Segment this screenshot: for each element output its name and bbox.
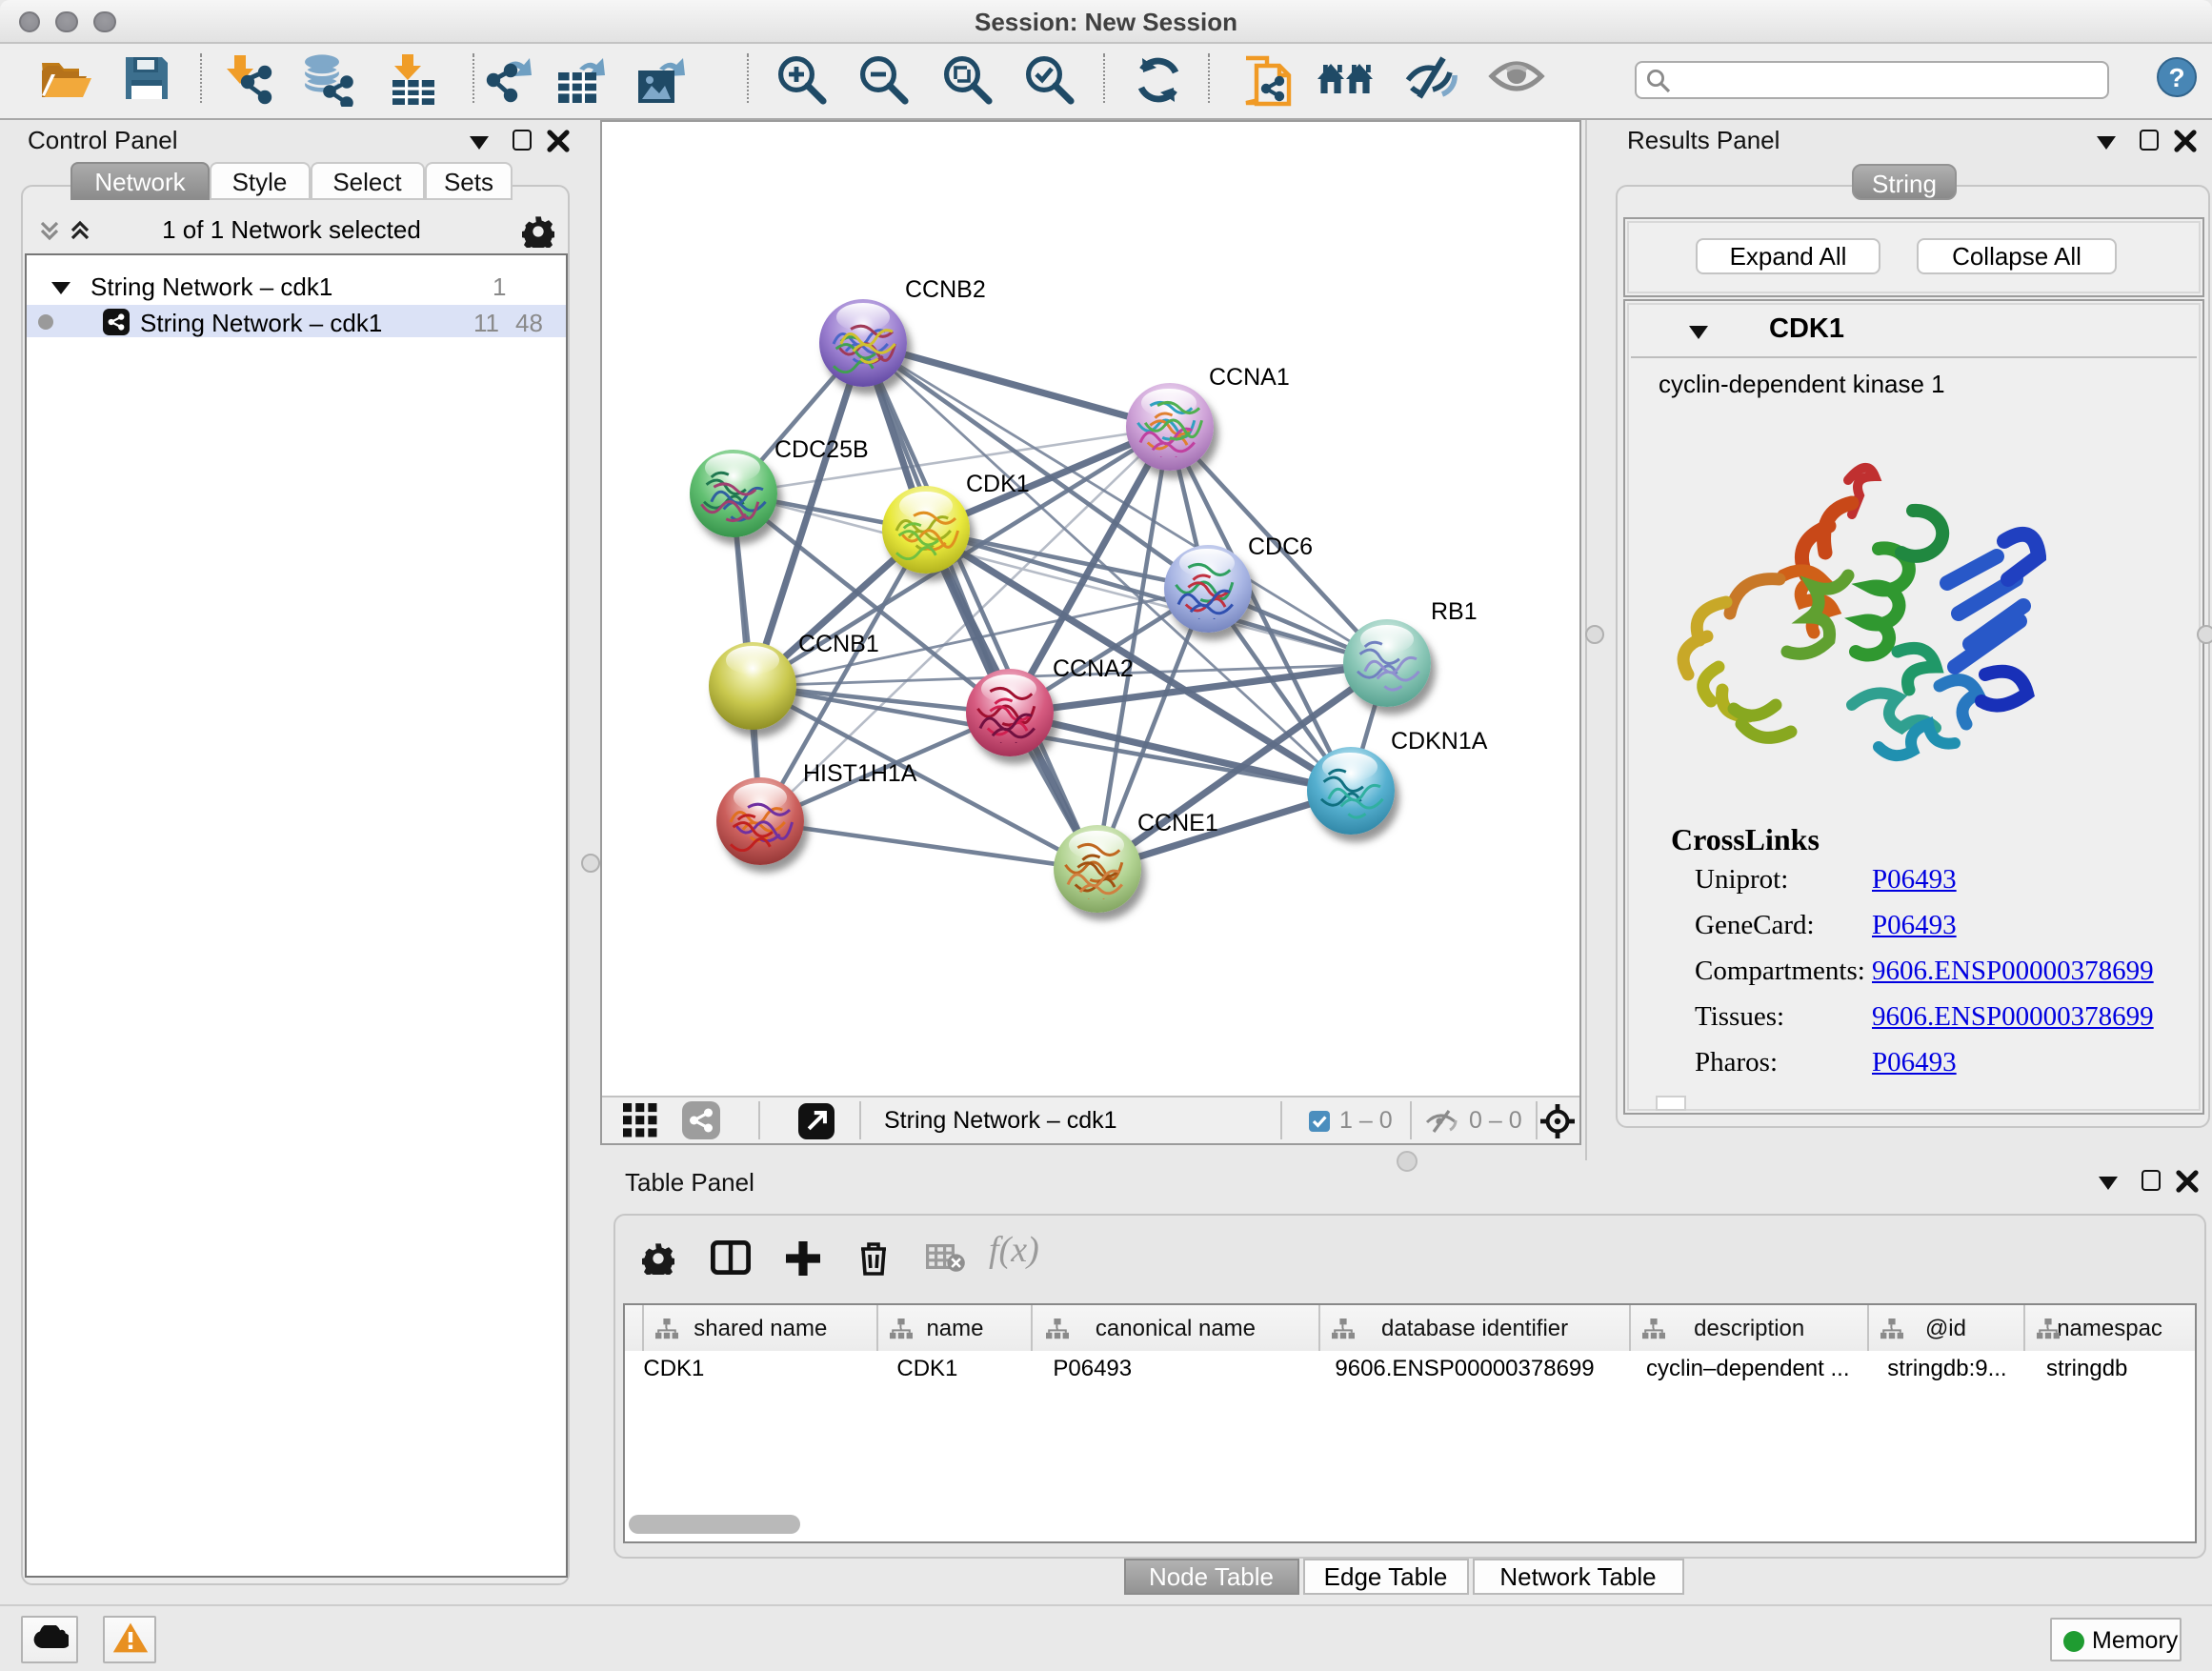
svg-text:?: ? [2168, 63, 2184, 92]
